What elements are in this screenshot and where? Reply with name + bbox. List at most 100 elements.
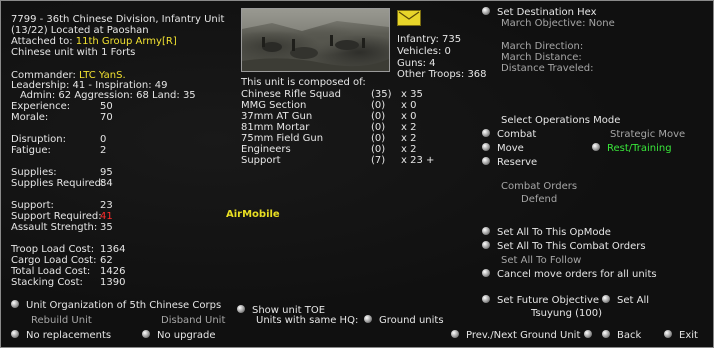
stat-label: Cargo Load Cost: — [11, 255, 97, 266]
radio-bullet-icon — [602, 295, 610, 303]
device-name: 37mm AT Gun — [241, 111, 313, 122]
unit-detail-panel: 7799 - 36th Chinese Division, Infantry U… — [0, 0, 714, 348]
radio-bullet-icon — [482, 227, 490, 235]
stat-value: 41 — [100, 211, 113, 222]
radio-bullet-icon — [237, 305, 245, 313]
unit-photo-illustration — [242, 9, 389, 71]
set-all-opmode-button[interactable]: Set All To This OpMode — [482, 227, 611, 238]
march-distance: March Distance: — [501, 52, 582, 63]
composition-header: This unit is composed of: — [241, 77, 366, 88]
forts-line: Chinese unit with 1 Forts — [11, 47, 136, 58]
troops-other: Other Troops: 368 — [397, 69, 487, 80]
stat-value: 1364 — [100, 244, 126, 255]
ground-units-label: Ground units — [379, 315, 444, 326]
stat-label: Supplies Required: — [11, 178, 105, 189]
radio-bullet-icon — [482, 295, 490, 303]
set-destination-label: Set Destination Hex — [497, 7, 597, 18]
attached-line: Attached to: 11th Group Army[R] — [11, 36, 177, 47]
radio-bullet-icon — [142, 330, 150, 338]
device-multiplier: x 0 — [401, 111, 417, 122]
ground-units-button[interactable]: Ground units — [364, 315, 444, 326]
radio-bullet-icon — [11, 330, 19, 338]
set-all-follow-button: Set All To Follow — [501, 255, 582, 266]
opmode-combat[interactable]: Combat — [482, 129, 536, 140]
stat-label: Morale: — [11, 112, 49, 123]
no-replacements-toggle[interactable]: No replacements — [11, 330, 111, 341]
set-all-objective-button[interactable]: Set All — [602, 295, 649, 306]
set-future-objective-button[interactable]: Set Future Objective — [482, 295, 599, 306]
radio-bullet-icon — [482, 129, 490, 137]
opmode-header: Select Operations Mode — [501, 115, 621, 126]
prev-next-ground-unit-button[interactable]: Prev./Next Ground Unit — [451, 330, 580, 341]
radio-bullet-icon — [482, 269, 490, 277]
no-upgrade-toggle[interactable]: No upgrade — [142, 330, 216, 341]
stat-label: Assault Strength: — [11, 222, 98, 233]
set-all-combat-orders-button[interactable]: Set All To This Combat Orders — [482, 241, 646, 252]
opmode-reserve[interactable]: Reserve — [482, 157, 537, 168]
device-multiplier: x 23 + — [401, 155, 435, 166]
envelope-icon — [398, 11, 420, 20]
admin-line: Admin: 62 Aggression: 68 Land: 35 — [20, 90, 196, 101]
unit-location-line: (13/22) Located at Paoshan — [11, 25, 149, 36]
device-count: (35) — [371, 89, 392, 100]
stat-value: 0 — [100, 134, 107, 145]
unit-organization-label: Unit Organization of 5th Chinese Corps — [26, 300, 222, 311]
stat-value: 1390 — [100, 277, 126, 288]
stat-label: Support: — [11, 200, 54, 211]
stat-value: 62 — [100, 255, 113, 266]
radio-bullet-icon — [451, 330, 459, 338]
stat-label: Total Load Cost: — [11, 266, 91, 277]
troops-guns: Guns: 4 — [397, 58, 436, 69]
radio-bullet-icon — [482, 143, 490, 151]
back-label: Back — [617, 330, 642, 341]
opmode-move[interactable]: Move — [482, 143, 524, 154]
stat-label: Support Required: — [11, 211, 102, 222]
device-multiplier: x 0 — [401, 100, 417, 111]
cancel-move-orders-label: Cancel move orders for all units — [497, 269, 657, 280]
message-envelope-icon[interactable] — [397, 10, 421, 26]
exit-label: Exit — [679, 330, 698, 341]
location-name: Paoshan — [106, 25, 149, 36]
combat-orders-value: Defend — [521, 194, 558, 205]
radio-bullet-icon — [482, 241, 490, 249]
troops-vehicles: Vehicles: 0 — [397, 46, 451, 57]
opmode-reserve-label: Reserve — [497, 157, 538, 168]
device-name: Chinese Rifle Squad — [241, 89, 341, 100]
stat-value: 23 — [100, 200, 113, 211]
attached-label: Attached to: — [11, 36, 73, 47]
stat-value: 2 — [100, 145, 107, 156]
device-name: 75mm Field Gun — [241, 133, 324, 144]
device-count: (0) — [371, 100, 386, 111]
radio-bullet-icon — [11, 300, 19, 308]
cancel-move-orders-button[interactable]: Cancel move orders for all units — [482, 269, 657, 280]
rebuild-unit-button: Rebuild Unit — [31, 315, 92, 326]
radio-bullet-icon — [482, 7, 490, 15]
device-count: (7) — [371, 155, 386, 166]
prev-next-label: Prev./Next Ground Unit — [466, 330, 581, 341]
radio-bullet-icon — [364, 315, 372, 323]
device-count: (0) — [371, 144, 386, 155]
back-button[interactable]: Back — [602, 330, 641, 341]
next-unit-button[interactable] — [584, 330, 599, 341]
radio-bullet-icon — [664, 330, 672, 338]
stat-label: Disruption: — [11, 134, 67, 145]
radio-bullet-icon — [482, 157, 490, 165]
set-destination-button[interactable]: Set Destination Hex — [482, 7, 597, 18]
opmode-rest-training[interactable]: Rest/Training — [592, 143, 672, 154]
unit-organization-button[interactable]: Unit Organization of 5th Chinese Corps — [11, 300, 221, 311]
device-multiplier: x 2 — [401, 144, 417, 155]
opmode-rest-label: Rest/Training — [607, 143, 672, 154]
stat-label: Stacking Cost: — [11, 277, 83, 288]
march-objective: March Objective: None — [501, 18, 615, 29]
stat-label: Troop Load Cost: — [11, 244, 95, 255]
opmode-strategic: Strategic Move — [610, 129, 686, 140]
radio-bullet-icon — [584, 330, 592, 338]
troops-infantry: Infantry: 735 — [397, 34, 462, 45]
stat-value: 95 — [100, 167, 113, 178]
stat-label: Experience: — [11, 101, 71, 112]
distance-traveled: Distance Traveled: — [501, 63, 594, 74]
device-count: (0) — [371, 111, 386, 122]
device-multiplier: x 2 — [401, 133, 417, 144]
attached-hq-link[interactable]: 11th Group Army[R] — [76, 36, 177, 47]
exit-button[interactable]: Exit — [664, 330, 698, 341]
